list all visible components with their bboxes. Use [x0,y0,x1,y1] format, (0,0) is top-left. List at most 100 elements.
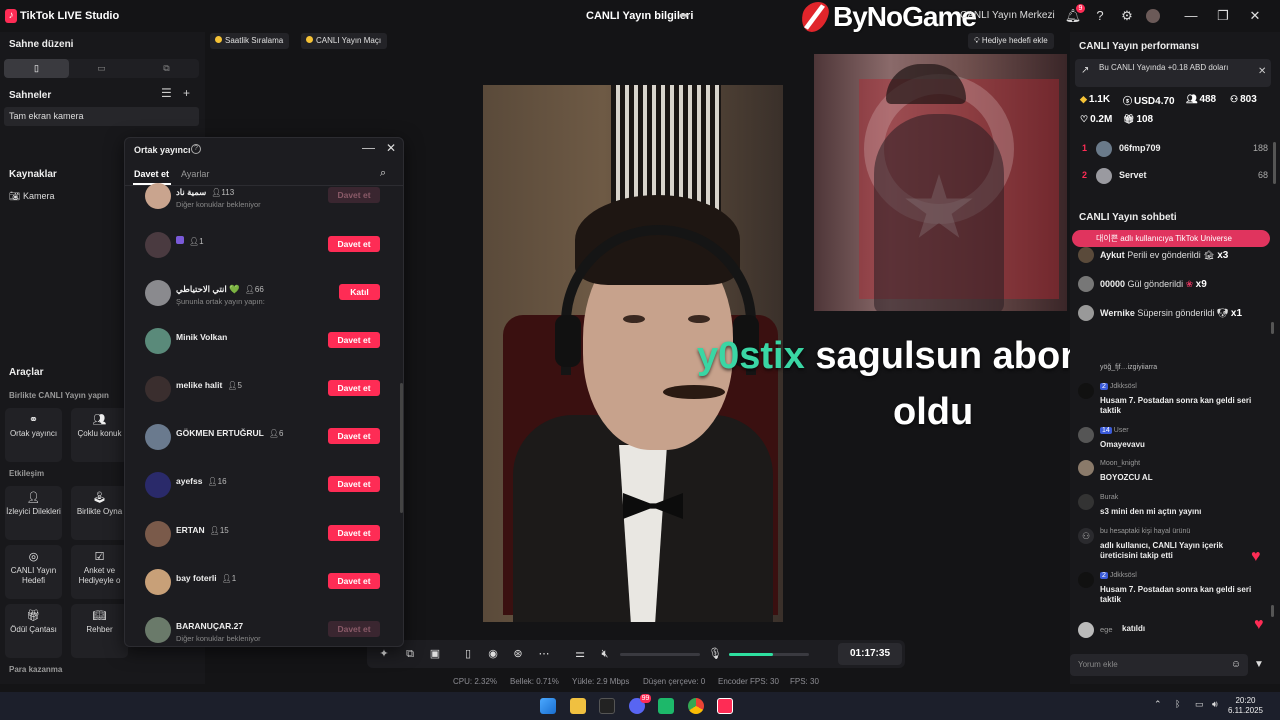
chat-scrollbar[interactable] [1271,605,1274,617]
dialog-scrollbar[interactable] [400,383,403,513]
minimize-icon[interactable]: — [362,140,375,155]
close-icon[interactable]: ✕ [1258,66,1266,77]
invite-button[interactable]: Davet et [328,428,380,444]
camera-switch-icon[interactable]: ⊛ [510,646,526,662]
speaker-volume-slider[interactable] [620,653,700,656]
ranking-row[interactable]: 2 Servet 68 [1082,168,1268,184]
help-icon[interactable]: ? [1091,7,1109,25]
bluetooth-icon[interactable]: ᛒ [1175,699,1180,709]
app-icon[interactable] [658,698,674,714]
terminal-icon[interactable] [599,698,615,714]
file-explorer-icon[interactable] [570,698,586,714]
layout-multi-icon[interactable]: ⧉ [134,59,199,78]
user-name: Minik Volkan [176,332,228,342]
system-clock[interactable]: 20:20 6.11.2025 [1228,696,1263,716]
ranking-row[interactable]: 1 06fmp709 188 [1082,141,1268,157]
minimize-icon[interactable]: — [1183,8,1199,24]
scene-item-fullscreen-camera[interactable]: Tam ekran kamera [4,107,199,126]
user-count: 15 [219,526,229,535]
profile-avatar[interactable] [1146,9,1160,23]
gift-text: Süpersin gönderildi [1137,308,1215,318]
scene-list-icon[interactable]: ☰ [161,86,172,100]
superb-gift-icon: 🐶︎ [1216,308,1229,318]
feed-earcup-left [555,315,581,367]
more-icon[interactable]: ⋯ [536,646,552,662]
invite-button[interactable]: Davet et [328,187,380,203]
list-item: GÖKMEN ERTUĞRUL 👤︎6 Davet et [145,423,380,453]
microphone-icon[interactable]: 🎙︎ [707,646,723,662]
live-center-link[interactable]: CANLI Yayın Merkezi [960,10,1055,21]
list-item: BARANUÇAR.27 Diğer konuklar bekleniyor D… [145,616,380,646]
mic-volume-slider[interactable] [729,653,809,656]
gift-sender: 00000 [1100,279,1126,289]
multi-guest-button[interactable]: 👥︎ Çoklu konuk [71,408,128,462]
volume-icon[interactable]: 🔊︎ [1212,699,1218,710]
user-count: 5 [237,381,242,390]
live-goal-button[interactable]: ◎ CANLI Yayın Hedefi [5,545,62,599]
effects-icon[interactable]: ⧉ [402,646,418,662]
tab-settings[interactable]: Ayarlar [181,169,209,179]
stat-fps: FPS: 30 [790,677,819,686]
performance-card[interactable]: ↗ Bu CANLI Yayında +0.18 ABD doları ✕ [1075,59,1271,87]
ranking-scrollbar[interactable] [1273,142,1276,184]
haunted-house-gift-icon: 🏚︎ [1203,250,1215,260]
speaker-muted-icon[interactable]: 🔇︎ [597,646,613,662]
invite-button[interactable]: Davet et [328,573,380,589]
filter-icon[interactable]: ▼ [1250,656,1268,674]
source-camera[interactable]: 📷︎ Kamera [9,191,54,202]
app-title: TikTok LIVE Studio [20,10,120,22]
record-icon[interactable]: ◉ [485,646,501,662]
share-icon[interactable]: ➦ [679,8,689,22]
invite-button[interactable]: Davet et [328,332,380,348]
user-name: bay foterli [176,573,217,583]
invite-button[interactable]: Davet et [328,236,380,252]
invite-button[interactable]: Davet et [328,380,380,396]
help-icon[interactable]: ? [191,144,201,154]
metric-usd: ⓢ USD4.70 [1123,94,1175,107]
add-scene-icon[interactable]: + [183,86,190,100]
invite-button[interactable]: Davet et [328,476,380,492]
tray-chevron-icon[interactable]: ⌃ [1154,699,1162,710]
layout-landscape-icon[interactable]: ▭ [69,59,134,78]
guide-button[interactable]: 📖︎ Rehber [71,604,128,658]
network-icon[interactable]: ▭ [1195,699,1204,710]
tiktok-live-studio-taskbar-icon[interactable] [717,698,733,714]
emoji-icon[interactable]: ☺ [1227,656,1245,674]
settings-gear-icon[interactable]: ⚙ [1118,7,1136,25]
maximize-icon[interactable]: ❐ [1215,8,1231,24]
hourly-ranking-tag[interactable]: Saatlik Sıralama [210,33,290,49]
metric-followers: ⚇ 803 [1230,94,1257,105]
reward-bag-button[interactable]: 🎁︎ Ödül Çantası [5,604,62,658]
bynogame-watermark: ByNoGame [798,0,977,34]
magic-wand-icon[interactable]: ✦ [376,646,392,662]
live-match-tag[interactable]: CANLI Yayın Maçı [301,33,388,49]
metric-diamonds-value: 1.1K [1088,94,1111,105]
cohost-button[interactable]: ⚭ Ortak yayıncı [5,408,62,462]
join-button[interactable]: Katıl [339,284,380,300]
add-gift-goal-button[interactable]: 💡︎ Hediye hedefi ekle [968,33,1054,49]
close-icon[interactable]: ✕ [386,141,396,155]
poll-gift-button[interactable]: ☑ Anket ve Hediyeyle o [71,545,128,599]
tab-invite[interactable]: Davet et [134,169,169,179]
avatar [1078,572,1094,588]
user-count: 1 [199,237,204,246]
chrome-icon[interactable] [688,698,704,714]
layout-portrait-icon[interactable]: ▯ [4,59,69,78]
search-icon[interactable]: ⌕ [380,167,386,180]
invite-button[interactable]: Davet et [328,621,380,637]
close-icon[interactable]: ✕ [1247,8,1263,24]
invite-button[interactable]: Davet et [328,525,380,541]
windows-start-icon[interactable] [540,698,556,714]
comment-input[interactable]: Yorum ekle [1070,654,1248,676]
level-badge: 2 [1100,572,1108,579]
user-icon: 👤︎ [244,285,255,294]
audio-mixer-icon[interactable]: ⚌ [572,646,588,662]
layout-icon[interactable]: ▣ [427,646,443,662]
portrait-icon[interactable]: ▯ [460,646,476,662]
viewer-requests-button[interactable]: 👤︎ İzleyici Dilekleri [5,486,62,540]
chat-message: 14 User Omayevavu [1078,427,1258,455]
gifts-scrollbar[interactable] [1271,322,1274,334]
play-together-button[interactable]: 🕹︎ Birlikte Oyna [71,486,128,540]
performance-card-text: Bu CANLI Yayında +0.18 ABD doları [1099,63,1229,72]
live-info-title[interactable]: CANLI Yayın bilgileri [586,10,693,22]
